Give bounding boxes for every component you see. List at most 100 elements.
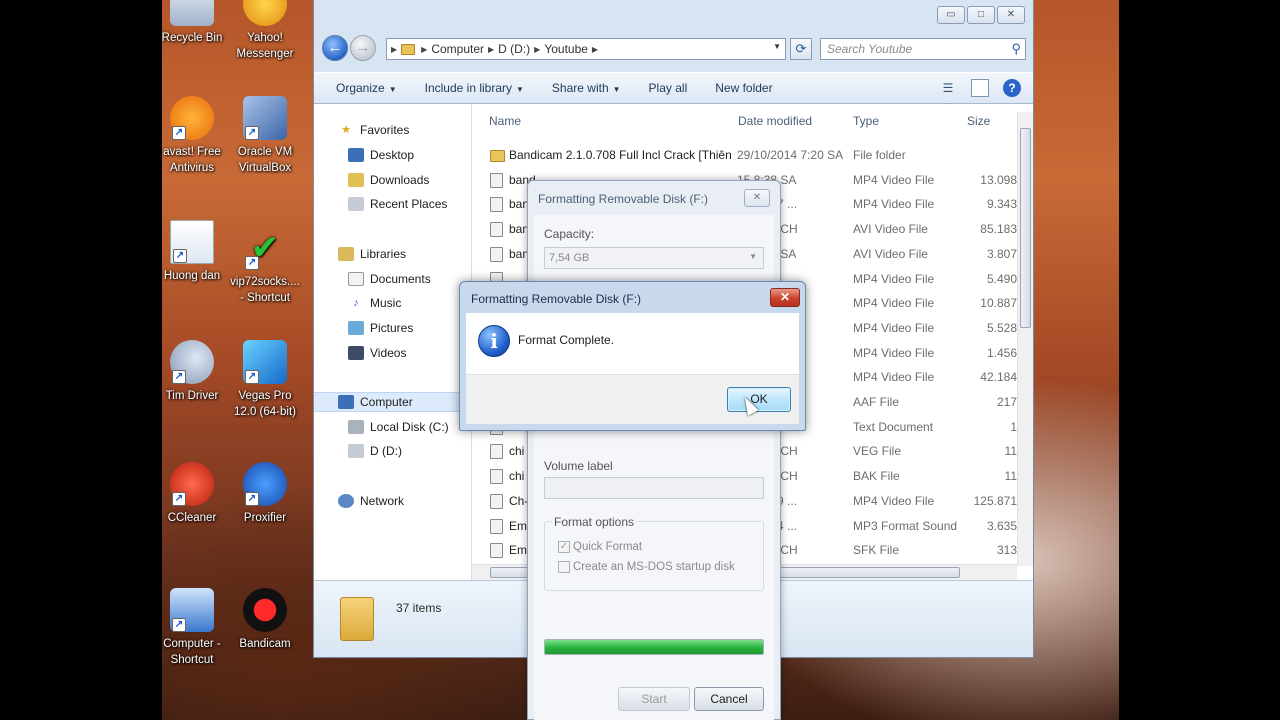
desktop-icon-computer[interactable]: ↗ Computer - Shortcut [162,588,228,668]
breadcrumb-youtube[interactable]: Youtube [544,42,588,56]
column-date-modified[interactable]: Date modified [738,114,812,128]
chevron-down-icon: ▼ [516,85,524,94]
nav-d-drive[interactable]: D (D:) [314,441,471,461]
nav-network[interactable]: Network [314,491,471,511]
change-view-icon[interactable]: ☰ ▾ [939,79,957,113]
desktop-icon-label: Yahoo! Messenger [236,32,294,60]
nav-label: D (D:) [370,444,402,458]
file-size: 313 [996,543,1017,558]
column-name[interactable]: Name [489,114,521,128]
chevron-down-icon: ▼ [612,85,621,94]
search-placeholder: Search Youtube [827,42,913,56]
desktop-icon-bandicam[interactable]: Bandicam [229,588,301,652]
help-icon[interactable]: ? [1003,79,1021,97]
documents-icon [348,272,364,286]
file-row[interactable]: Bandicam 2.1.0.708 Full Incl Crack [Thiê… [472,144,1017,168]
close-button[interactable]: ✕ [744,189,770,207]
close-button[interactable]: ✕ [997,6,1025,24]
search-icon[interactable]: ⚲ [1011,41,1021,57]
nav-label: Computer [360,395,413,409]
scroll-thumb[interactable] [1020,128,1031,328]
preview-pane-icon[interactable] [971,79,989,97]
computer-icon [338,395,354,409]
format-dialog: Formatting Removable Disk (F:) ✕ Capacit… [527,180,781,720]
nav-label: Downloads [370,173,430,187]
nav-documents[interactable]: Documents [314,269,471,289]
include-in-library-menu[interactable]: Include in library ▼ [425,81,524,95]
minimize-button[interactable]: ▭ [937,6,965,24]
msdos-label: Create an MS-DOS startup disk [573,561,735,573]
msdos-startup-checkbox[interactable]: Create an MS-DOS startup disk [558,561,735,573]
file-type: MP4 Video File [853,172,935,187]
nav-videos[interactable]: Videos [314,343,471,363]
maximize-button[interactable]: □ [967,6,995,24]
breadcrumb-d-drive[interactable]: D (D:) [498,42,530,56]
back-button[interactable]: ← [322,35,348,61]
chevron-down-icon[interactable]: ▼ [773,42,781,51]
file-size: 3.807 [986,246,1017,261]
file-name: Bandicam 2.1.0.708 Full Incl Crack [Thiê… [509,148,731,162]
file-size: 10.887 [980,296,1017,311]
downloads-icon [348,173,364,187]
nav-pictures[interactable]: Pictures [314,318,471,338]
desktop-icon-yahoo[interactable]: Yahoo! Messenger [229,0,301,62]
drive-icon [348,420,364,434]
yahoo-messenger-icon [243,0,287,26]
desktop-icon-recycle-bin[interactable]: Recycle Bin [162,0,228,46]
share-label: Share with [551,81,609,95]
cancel-button[interactable]: Cancel [694,687,764,711]
ok-button[interactable]: OK [727,387,791,412]
item-count: 37 items [396,601,442,615]
nav-local-disk[interactable]: Local Disk (C:) [314,417,471,437]
close-button[interactable]: ✕ [770,288,800,307]
network-icon [338,494,354,508]
nav-computer[interactable]: Computer [314,392,471,412]
capacity-value: 7,54 GB [549,252,590,264]
capacity-select[interactable]: 7,54 GB ▼ [544,247,764,269]
format-options-label: Format options [552,515,637,529]
play-all-button[interactable]: Play all [649,81,688,95]
shortcut-arrow-icon: ↗ [245,126,259,140]
nav-desktop[interactable]: Desktop [314,145,471,165]
desktop-icon-vip72[interactable]: ✔ ↗ vip72socks.... - Shortcut [229,226,301,306]
nav-downloads[interactable]: Downloads [314,170,471,190]
column-type[interactable]: Type [853,114,879,128]
file-size: 13.098 [980,172,1017,187]
nav-recent-places[interactable]: Recent Places [314,194,471,214]
nav-label: Network [360,494,405,508]
nav-libraries[interactable]: Libraries [314,244,471,264]
file-type: AVI Video File [853,246,928,261]
volume-label-field[interactable] [544,477,764,499]
desktop-icon-avast[interactable]: ↗ avast! Free Antivirus [162,96,228,176]
nav-label: Music [370,296,402,310]
file-type: MP4 Video File [853,197,935,212]
desktop-icon-vegas[interactable]: ↗ Vegas Pro 12.0 (64-bit) [229,340,301,420]
quick-format-checkbox[interactable]: ✓ Quick Format [558,541,642,553]
organize-menu[interactable]: Organize ▼ [336,81,397,95]
desktop-icon-virtualbox[interactable]: ↗ Oracle VM VirtualBox [229,96,301,176]
desktop-icon-tim-driver[interactable]: ↗ Tim Driver [162,340,228,404]
message-box-body: i Format Complete. [466,313,799,374]
nav-favorites[interactable]: ★ Favorites [314,120,471,140]
file-type: MP4 Video File [853,370,935,385]
forward-button[interactable]: → [350,35,376,61]
vertical-scrollbar[interactable] [1017,112,1033,566]
new-folder-button[interactable]: New folder [715,81,772,95]
include-label: Include in library [424,81,512,95]
file-date: 29/10/2014 7:20 SA [737,148,844,162]
search-input[interactable]: Search Youtube ⚲ [820,38,1026,60]
address-bar[interactable]: ▶ ▶ Computer ▶ D (D:) ▶ Youtube ▶ ▼ [386,38,786,60]
navigation-pane: ★ Favorites Desktop Downloads Recent Plac… [314,104,472,580]
breadcrumb-computer[interactable]: Computer [431,42,484,56]
desktop-icon-ccleaner[interactable]: ↗ CCleaner [162,462,228,526]
file-size: 42.184 [980,370,1017,385]
nav-music[interactable]: ♪ Music [314,293,471,313]
share-with-menu[interactable]: Share with ▼ [552,81,621,95]
desktop-icon-proxifier[interactable]: ↗ Proxifier [229,462,301,526]
start-button[interactable]: Start [618,687,690,711]
format-progress-bar [544,639,764,655]
format-dialog-title: Formatting Removable Disk (F:) [538,192,709,206]
refresh-button[interactable]: ⟳ [790,38,812,60]
column-size[interactable]: Size [967,114,990,128]
desktop-icon-huong-dan[interactable]: ↗ Huong dan [162,220,228,284]
